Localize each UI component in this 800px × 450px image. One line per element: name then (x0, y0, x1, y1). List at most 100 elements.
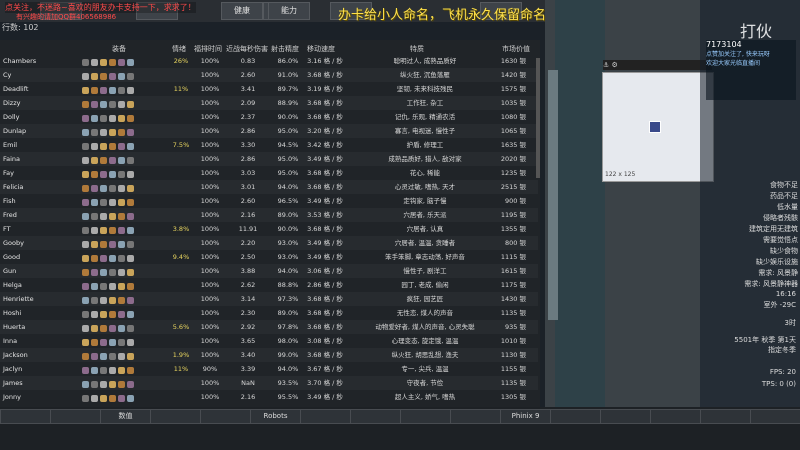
gear-icons (82, 295, 142, 304)
apparel-icon (127, 255, 134, 262)
minimap-toolbar[interactable]: ⚓ ⚙ (603, 60, 712, 70)
table-row[interactable]: Good 9.4% 100% 2.50 93.0% 3.49 格 / 秒 笨手笨脚, 章志动… (0, 250, 538, 264)
apparel-icon (82, 129, 89, 136)
speed-value: 3.16 格 / 秒 (307, 57, 343, 65)
apparel-icon (91, 381, 98, 388)
speed-value: 2.86 格 / 秒 (307, 281, 343, 289)
alert-item[interactable]: 建筑定用无建筑 (708, 224, 798, 234)
accuracy-value: 89.0% (277, 211, 299, 219)
alert-item[interactable]: 缺少娱乐设施 (708, 257, 798, 267)
dps-value: 2.20 (240, 239, 256, 247)
time-value: 100% (200, 309, 220, 317)
table-row[interactable]: Chambers 26% 100% 0.83 86.0% 3.16 格 / 秒 聪明过人, … (0, 54, 538, 68)
toolbar-button[interactable]: Phinix 9 (500, 409, 551, 424)
toolbar-button[interactable] (200, 409, 251, 424)
alert-item[interactable]: 需要觉悟点 (708, 235, 798, 245)
table-scrollbar[interactable] (536, 58, 540, 178)
table-row[interactable]: Jackson 1.9% 100% 3.40 99.0% 3.68 格 / 秒 纵火狂, 胡… (0, 348, 538, 362)
table-row[interactable]: Jonny 100% 2.16 95.5% 3.49 格 / 秒 超人主义, 娇气, 嗜热… (0, 390, 538, 404)
gear-icons (82, 57, 142, 66)
table-row[interactable]: Faina 100% 2.86 95.0% 3.49 格 / 秒 成熟品质好, 猎人, 敌… (0, 152, 538, 166)
apparel-icon (100, 115, 107, 122)
traits-value: 笨手笨脚, 章志动荡, 好声音 (385, 253, 465, 261)
tps: TPS: 0 (0) (761, 380, 796, 388)
table-row[interactable]: James 100% NaN 93.5% 3.70 格 / 秒 守夜者, 节俭 1135 银 (0, 376, 538, 390)
apparel-icon (82, 325, 89, 332)
col-traits[interactable]: 特质 (410, 44, 424, 54)
toolbar-button[interactable] (650, 409, 701, 424)
toolbar-button[interactable] (150, 409, 201, 424)
alert-item[interactable]: 需求: 风景静 (708, 268, 798, 278)
toolbar-button[interactable]: Robots (250, 409, 301, 424)
table-row[interactable]: Cy 100% 2.60 91.0% 3.68 格 / 秒 纵火狂, 沉鱼落雁 1420 银 (0, 68, 538, 82)
table-row[interactable]: Felicia 100% 3.01 94.0% 3.68 格 / 秒 心灵过敏, 嗜热, … (0, 180, 538, 194)
alert-item[interactable]: 需求: 风景静神器 (708, 279, 798, 289)
table-row[interactable]: Henriette 100% 3.14 97.3% 3.68 格 / 秒 疯狂, 园艺匠 1… (0, 292, 538, 306)
alert-item[interactable]: 低水量 (708, 202, 798, 212)
apparel-icon (100, 255, 107, 262)
apparel-icon (127, 73, 134, 80)
table-row[interactable]: Emil 7.5% 100% 3.30 94.5% 3.42 格 / 秒 护盾, 修理工 16… (0, 138, 538, 152)
apparel-icon (91, 241, 98, 248)
apparel-icon (109, 325, 116, 332)
tab-health[interactable]: 健康 (221, 2, 263, 20)
toolbar-button[interactable] (400, 409, 451, 424)
tab-abilities[interactable]: 能力 (268, 2, 310, 20)
apparel-icon (127, 297, 134, 304)
col-gear[interactable]: 装备 (112, 44, 126, 54)
table-row[interactable]: Huerta 5.6% 100% 2.92 97.8% 3.68 格 / 秒 动物爱好者, … (0, 320, 538, 334)
alert-item[interactable]: 侵略者残骸 (708, 213, 798, 223)
toolbar-button[interactable] (700, 409, 751, 424)
col-mood[interactable]: 情绪 (172, 44, 186, 54)
table-row[interactable]: Fred 100% 2.16 89.0% 3.53 格 / 秒 穴居者, 乐天派 1195 … (0, 208, 538, 222)
toolbar-button[interactable]: 数值 (100, 409, 151, 424)
table-row[interactable]: Fish 100% 2.60 96.5% 3.49 格 / 秒 定钩家, 脑子慢 900 银 (0, 194, 538, 208)
market-value: 1130 银 (500, 351, 526, 359)
colonist-name: Faina (3, 155, 21, 163)
table-row[interactable]: Inna 100% 3.65 98.0% 3.08 格 / 秒 心理变态, 旋定饿, 温温… (0, 334, 538, 348)
table-row[interactable]: Hoshi 100% 2.30 89.0% 3.68 格 / 秒 无性恋, 煤人的声音 11… (0, 306, 538, 320)
table-row[interactable]: Helga 100% 2.62 88.8% 2.86 格 / 秒 园丁, 老成, 偷闲 11… (0, 278, 538, 292)
col-value[interactable]: 市场价值 (502, 44, 530, 54)
alert-item[interactable]: 药品不足 (708, 191, 798, 201)
toolbar-button[interactable] (600, 409, 651, 424)
apparel-icon (109, 339, 116, 346)
table-row[interactable]: Deadlift 11% 100% 3.41 89.7% 3.19 格 / 秒 坚韧, 未来… (0, 82, 538, 96)
speed-value: 3.68 格 / 秒 (307, 183, 343, 191)
apparel-icon (127, 157, 134, 164)
toolbar-button[interactable] (50, 409, 101, 424)
table-row[interactable]: FT 3.8% 100% 11.91 90.0% 3.68 格 / 秒 穴居者, 认真 135… (0, 222, 538, 236)
apparel-icon (109, 353, 116, 360)
speed-value: 3.68 格 / 秒 (307, 295, 343, 303)
col-dps[interactable]: 近战每秒伤害 (226, 44, 268, 54)
col-speed[interactable]: 移动速度 (307, 44, 335, 54)
alert-item[interactable]: 缺少食物 (708, 246, 798, 256)
table-row[interactable]: Fay 100% 3.03 95.0% 3.68 格 / 秒 花心, 稀能 1235 银 (0, 166, 538, 180)
toolbar-button[interactable] (450, 409, 501, 424)
table-row[interactable]: Dizzy 100% 2.09 88.9% 3.68 格 / 秒 工作狂, 杂工 1035 … (0, 96, 538, 110)
table-row[interactable]: Gooby 100% 2.20 93.0% 3.49 格 / 秒 穴居者, 温温, 贪睡者… (0, 236, 538, 250)
apparel-icon (118, 241, 125, 248)
col-time[interactable]: 福排时间 (194, 44, 222, 54)
toolbar-button[interactable] (350, 409, 401, 424)
traits-value: 成熟品质好, 猎人, 敌对家 (388, 155, 462, 163)
apparel-icon (127, 59, 134, 66)
apparel-icon (82, 171, 89, 178)
alert-item[interactable]: 食物不足 (708, 180, 798, 190)
market-value: 1155 银 (500, 365, 526, 373)
table-row[interactable]: Dunlap 100% 2.86 95.0% 3.20 格 / 秒 寡言, 电视迷, 慢性… (0, 124, 538, 138)
table-row[interactable]: Jaclyn 11% 90% 3.39 94.0% 3.67 格 / 秒 专一, 尖兵, 温… (0, 362, 538, 376)
apparel-icon (118, 59, 125, 66)
table-row[interactable]: Gun 100% 3.88 94.0% 3.06 格 / 秒 慢性子, 剧洋工 1615 银 (0, 264, 538, 278)
apparel-icon (118, 297, 125, 304)
toolbar-button[interactable] (550, 409, 601, 424)
table-row[interactable]: Dolly 100% 2.37 90.0% 3.68 格 / 秒 记仇, 乐观, 精通农活… (0, 110, 538, 124)
toolbar-button[interactable] (750, 409, 800, 424)
toolbar-button[interactable] (300, 409, 351, 424)
market-value: 1010 银 (500, 337, 526, 345)
toolbar-button[interactable] (0, 409, 51, 424)
minimap[interactable]: 122 x 125 (602, 72, 714, 182)
gear-icons (82, 379, 142, 388)
col-accuracy[interactable]: 射击精度 (271, 44, 299, 54)
apparel-icon (127, 353, 134, 360)
